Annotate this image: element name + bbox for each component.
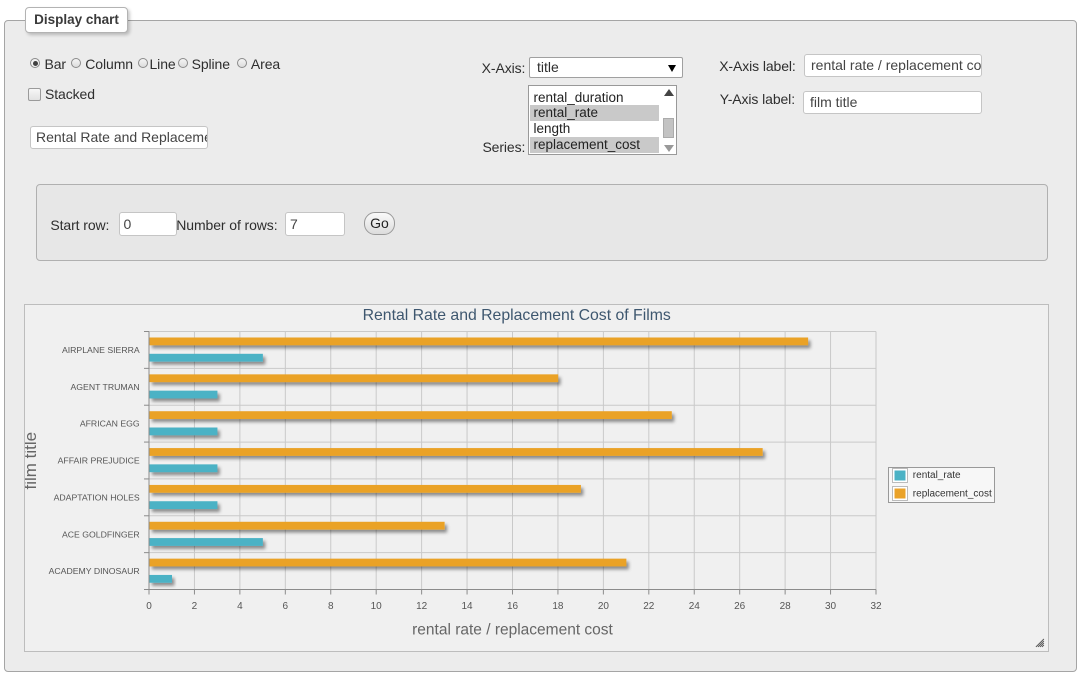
svg-text:30: 30 (825, 601, 837, 612)
svg-text:ADAPTATION HOLES: ADAPTATION HOLES (54, 492, 140, 502)
svg-text:20: 20 (598, 601, 610, 612)
svg-text:28: 28 (780, 601, 792, 612)
svg-text:rental_rate: rental_rate (913, 470, 961, 481)
svg-text:AFRICAN EGG: AFRICAN EGG (80, 419, 140, 429)
svg-text:16: 16 (507, 601, 519, 612)
svg-text:AIRPLANE SIERRA: AIRPLANE SIERRA (62, 345, 140, 355)
svg-text:10: 10 (371, 601, 383, 612)
svg-text:ACE GOLDFINGER: ACE GOLDFINGER (62, 529, 140, 539)
svg-text:24: 24 (689, 601, 701, 612)
svg-text:18: 18 (552, 601, 564, 612)
svg-text:8: 8 (328, 601, 334, 612)
svg-text:12: 12 (416, 601, 428, 612)
svg-text:26: 26 (734, 601, 746, 612)
svg-text:4: 4 (237, 601, 243, 612)
svg-text:ACADEMY DINOSAUR: ACADEMY DINOSAUR (49, 566, 140, 576)
svg-text:film title: film title (25, 432, 40, 490)
svg-text:replacement_cost: replacement_cost (913, 489, 992, 500)
svg-text:14: 14 (462, 601, 474, 612)
svg-text:0: 0 (146, 601, 152, 612)
svg-text:2: 2 (192, 601, 198, 612)
svg-text:AGENT TRUMAN: AGENT TRUMAN (71, 382, 140, 392)
svg-text:Rental Rate and Replacement Co: Rental Rate and Replacement Cost of Film… (363, 307, 671, 324)
svg-text:rental rate / replacement cost: rental rate / replacement cost (412, 621, 613, 638)
svg-text:AFFAIR PREJUDICE: AFFAIR PREJUDICE (58, 456, 140, 466)
svg-text:6: 6 (283, 601, 289, 612)
svg-text:32: 32 (870, 601, 882, 612)
svg-text:22: 22 (643, 601, 655, 612)
